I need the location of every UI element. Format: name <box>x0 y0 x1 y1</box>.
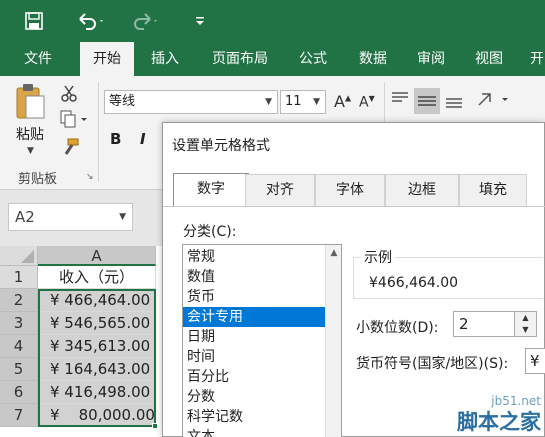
decimal-places-spinner[interactable]: ▲ ▼ <box>515 311 537 337</box>
tab-number[interactable]: 数字 <box>173 173 249 207</box>
undo-icon[interactable] <box>74 8 108 34</box>
category-list[interactable]: 常规 数值 货币 会计专用 日期 时间 百分比 分数 科学记数 文本 ▲ <box>182 244 342 437</box>
row-header[interactable]: 5 <box>0 358 38 381</box>
row-header[interactable]: 7 <box>0 404 38 427</box>
ribbon-tabs: 文件 开始 插入 页面布局 公式 数据 审阅 视图 开 <box>0 42 545 76</box>
column-header-a[interactable]: A <box>38 246 156 266</box>
scroll-up-icon[interactable]: ▲ <box>326 245 341 261</box>
sample-value: ¥466,464.00 <box>369 275 459 291</box>
tab-file[interactable]: 文件 <box>12 42 64 76</box>
category-item[interactable]: 分数 <box>183 387 326 407</box>
font-name-value: 等线 <box>109 94 136 109</box>
category-item[interactable]: 科学记数 <box>183 407 326 427</box>
customize-toolbar-icon[interactable] <box>192 8 208 34</box>
cut-icon[interactable] <box>60 84 78 102</box>
tab-formulas[interactable]: 公式 <box>288 42 338 76</box>
tab-developer[interactable]: 开 <box>522 42 545 76</box>
clipboard-group-label: 剪贴板 <box>18 172 58 187</box>
paste-button[interactable]: 粘贴 <box>16 124 44 144</box>
category-item[interactable]: 时间 <box>183 347 326 367</box>
chevron-down-icon: ▼ <box>265 97 272 107</box>
font-size-value: 11 <box>285 94 302 109</box>
align-bottom-icon[interactable] <box>444 90 464 110</box>
tab-review[interactable]: 审阅 <box>406 42 456 76</box>
chevron-down-icon: ▼ <box>313 97 320 107</box>
bold-button[interactable]: B <box>110 130 121 148</box>
paste-icon[interactable] <box>14 82 48 122</box>
chevron-down-icon: ▼ <box>119 212 126 222</box>
fill-handle[interactable] <box>152 423 158 429</box>
row-header[interactable]: 6 <box>0 381 38 404</box>
row-header[interactable]: 4 <box>0 335 38 358</box>
category-item[interactable]: 数值 <box>183 267 326 287</box>
save-icon[interactable] <box>22 8 46 34</box>
align-top-icon[interactable] <box>390 90 410 110</box>
spin-up-icon[interactable]: ▲ <box>515 312 536 324</box>
site-watermark: jb51.net 脚本之家 <box>383 394 543 434</box>
italic-button[interactable]: I <box>140 130 146 148</box>
category-item-selected[interactable]: 会计专用 <box>183 307 326 327</box>
clipboard-launcher-icon[interactable]: ↘ <box>86 172 94 182</box>
row-header[interactable]: 2 <box>0 289 38 312</box>
increase-font-icon[interactable]: A▲ <box>334 92 351 111</box>
format-cells-dialog: 设置单元格格式 数字 对齐 字体 边框 填充 分类(C): 常规 数值 货币 会… <box>162 122 545 437</box>
ribbon-separator <box>98 82 99 182</box>
tab-data[interactable]: 数据 <box>348 42 398 76</box>
paste-dropdown-icon[interactable]: ▼ <box>27 146 34 156</box>
watermark-brand: 脚本之家 <box>457 410 541 434</box>
tab-view[interactable]: 视图 <box>464 42 514 76</box>
category-scrollbar[interactable]: ▲ <box>325 245 341 437</box>
currency-symbol-label: 货币符号(国家/地区)(S): <box>356 356 509 372</box>
name-box-value: A2 <box>15 208 35 226</box>
sample-label: 示例 <box>361 247 395 267</box>
category-label: 分类(C): <box>183 224 237 240</box>
format-painter-icon[interactable] <box>60 138 80 156</box>
font-name-select[interactable]: 等线 ▼ <box>104 90 278 114</box>
tab-home[interactable]: 开始 <box>80 42 134 76</box>
row-header[interactable]: 3 <box>0 312 38 335</box>
decimal-places-label: 小数位数(D): <box>356 320 439 336</box>
spin-down-icon[interactable]: ▼ <box>515 324 536 336</box>
tab-font[interactable]: 字体 <box>315 174 385 206</box>
align-middle-icon[interactable] <box>414 88 440 114</box>
font-size-select[interactable]: 11 ▼ <box>280 90 326 114</box>
title-bar <box>0 0 545 42</box>
redo-icon[interactable] <box>128 8 162 34</box>
name-box[interactable]: A2 ▼ <box>8 203 133 231</box>
tab-fill[interactable]: 填充 <box>459 174 527 206</box>
tab-page-layout[interactable]: 页面布局 <box>200 42 280 76</box>
category-item[interactable]: 日期 <box>183 327 326 347</box>
category-item[interactable]: 文本 <box>183 427 326 437</box>
orientation-icon[interactable] <box>476 90 512 110</box>
worksheet-grid[interactable]: A 1 2 3 4 5 6 7 收入（元） ¥ 466,464.00 ¥ 546… <box>0 246 164 437</box>
decrease-font-icon[interactable]: A▼ <box>359 94 375 111</box>
tab-divider <box>163 206 545 207</box>
category-item[interactable]: 货币 <box>183 287 326 307</box>
currency-symbol-select[interactable]: ¥ <box>525 348 545 374</box>
select-all-corner[interactable] <box>0 246 38 266</box>
dialog-title: 设置单元格格式 <box>172 138 270 154</box>
selection-border <box>38 289 156 427</box>
row-header[interactable]: 1 <box>0 266 38 289</box>
tab-insert[interactable]: 插入 <box>140 42 190 76</box>
category-item[interactable]: 常规 <box>183 247 326 267</box>
tab-border[interactable]: 边框 <box>385 174 459 206</box>
category-item[interactable]: 百分比 <box>183 367 326 387</box>
cell-a1[interactable]: 收入（元） <box>38 266 156 289</box>
copy-icon[interactable] <box>60 110 88 128</box>
tab-alignment[interactable]: 对齐 <box>245 174 315 206</box>
decimal-places-input[interactable]: 2 <box>453 311 515 337</box>
